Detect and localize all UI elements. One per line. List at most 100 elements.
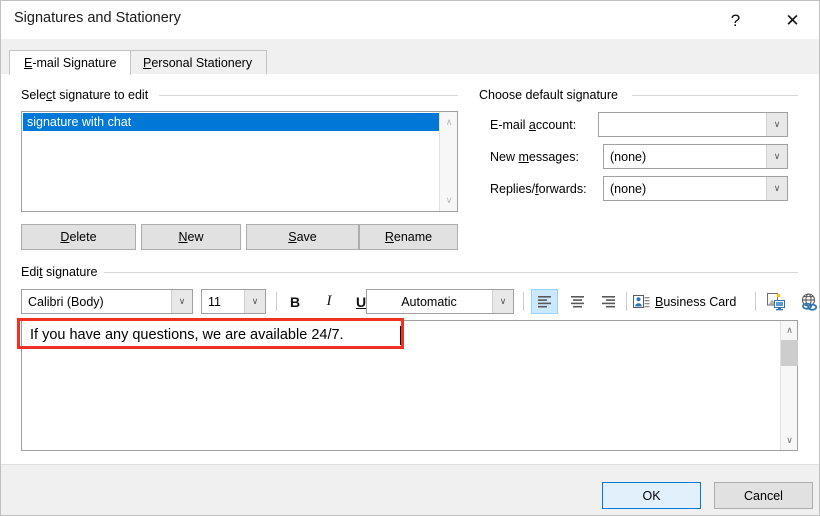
font-family-value: Calibri (Body) — [28, 294, 104, 309]
scroll-up-icon[interactable]: ∧ — [440, 114, 458, 131]
new-button[interactable]: New — [141, 224, 241, 250]
title-bar: Signatures and Stationery ? ✕ — [1, 1, 819, 39]
font-family-dropdown[interactable]: Calibri (Body) ∨ — [21, 289, 193, 314]
delete-button-label: elete — [69, 230, 97, 244]
insert-hyperlink-button[interactable] — [796, 290, 819, 314]
list-item[interactable]: signature with chat — [23, 113, 439, 131]
replies-forwards-label: Replies/forwards: — [490, 182, 587, 196]
edit-signature-label-part2: signature — [42, 265, 98, 279]
email-account-label: E-mail account: — [490, 118, 576, 132]
new-messages-label-part1: New — [490, 150, 519, 164]
insert-picture-button[interactable] — [763, 290, 789, 314]
business-card-icon — [633, 294, 650, 308]
align-center-button[interactable] — [564, 289, 591, 314]
close-icon: ✕ — [785, 10, 800, 30]
tab-strip: E -mail Signature Personal Stationery — [1, 39, 819, 112]
replies-forwards-label-part1: Replies/ — [490, 182, 536, 196]
scroll-down-icon[interactable]: ∨ — [440, 192, 458, 209]
new-messages-label: New messages: — [490, 150, 579, 164]
ok-button[interactable]: OK — [602, 482, 701, 509]
new-button-accel: N — [178, 230, 188, 244]
font-size-dropdown[interactable]: 11 ∨ — [201, 289, 266, 314]
align-right-button[interactable] — [595, 289, 622, 314]
business-card-button[interactable]: Business Card — [633, 290, 736, 313]
replies-forwards-dropdown[interactable]: (none) ∨ — [603, 176, 788, 201]
edit-signature-group-rule — [104, 272, 798, 273]
replies-forwards-label-part2: orwards: — [538, 182, 587, 196]
delete-button-accel: D — [60, 230, 70, 244]
close-button[interactable]: ✕ — [770, 1, 815, 39]
toolbar-separator — [276, 292, 277, 311]
window-title: Signatures and Stationery — [14, 10, 181, 26]
toolbar-separator — [626, 292, 627, 311]
dialog-content: Select signature to edit signature with … — [1, 74, 819, 464]
align-left-icon — [538, 296, 551, 308]
hyperlink-icon — [801, 293, 818, 311]
default-signature-group-label: Choose default signature — [479, 88, 624, 102]
tab-email-signature[interactable]: E -mail Signature — [9, 50, 132, 75]
delete-button[interactable]: Delete — [21, 224, 136, 250]
select-signature-group-rule — [159, 95, 458, 96]
rename-button-accel: R — [384, 230, 394, 244]
tab-email-signature-accel: E — [24, 56, 33, 70]
picture-icon — [767, 293, 785, 311]
dialog-footer: OK Cancel — [1, 464, 819, 515]
new-messages-value: (none) — [610, 149, 647, 164]
business-card-label: Business Card — [655, 295, 736, 309]
italic-button[interactable]: I — [317, 290, 341, 313]
select-signature-label-part2: t signature to edit — [52, 88, 149, 102]
text-caret — [400, 326, 401, 345]
save-button-label: ave — [296, 230, 317, 244]
signature-list-scrollbar[interactable]: ∧ ∨ — [439, 112, 457, 211]
align-right-icon — [602, 296, 615, 308]
save-button-accel: S — [288, 230, 297, 244]
edit-signature-group-label: Edit signature — [21, 265, 104, 279]
align-center-icon — [571, 296, 584, 308]
cancel-button[interactable]: Cancel — [714, 482, 813, 509]
scroll-up-icon[interactable]: ∧ — [781, 322, 798, 339]
chevron-down-icon[interactable]: ∨ — [766, 177, 787, 200]
tab-personal-stationery-label: ersonal Stationery — [151, 55, 253, 70]
new-messages-dropdown[interactable]: (none) ∨ — [603, 144, 788, 169]
edit-signature-label-part1: Edi — [21, 265, 40, 279]
rename-button[interactable]: Rename — [359, 224, 458, 250]
email-account-label-accel: a — [528, 118, 536, 132]
new-messages-label-part2: essages: — [528, 150, 579, 164]
select-signature-group-label: Select signature to edit — [21, 88, 155, 102]
select-signature-label-part1: Sele — [21, 88, 47, 102]
toolbar-separator — [523, 292, 524, 311]
scrollbar-thumb[interactable] — [781, 340, 798, 366]
chevron-down-icon[interactable]: ∨ — [766, 145, 787, 168]
chevron-down-icon[interactable]: ∨ — [766, 113, 787, 136]
editor-scrollbar[interactable]: ∧ ∨ — [780, 321, 798, 450]
chevron-down-icon[interactable]: ∨ — [492, 290, 513, 313]
email-account-label-part2: ccount: — [535, 118, 577, 132]
signature-editor[interactable]: If you have any questions, we are availa… — [21, 320, 798, 451]
tab-personal-stationery-accel: P — [143, 55, 152, 70]
new-messages-label-accel: m — [518, 150, 529, 164]
default-signature-group-rule — [632, 95, 798, 96]
chevron-down-icon[interactable]: ∨ — [244, 290, 265, 313]
chevron-down-icon[interactable]: ∨ — [171, 290, 192, 313]
scroll-down-icon[interactable]: ∨ — [781, 432, 798, 449]
new-button-label: ew — [187, 230, 204, 244]
tab-email-signature-label: -mail Signature — [32, 56, 117, 70]
signature-list[interactable]: signature with chat ∧ ∨ — [21, 111, 458, 212]
formatting-toolbar: Calibri (Body) ∨ 11 ∨ B I U Automatic ∨ — [21, 289, 818, 316]
bold-button[interactable]: B — [283, 290, 307, 313]
align-left-button[interactable] — [531, 289, 558, 314]
replies-forwards-value: (none) — [610, 181, 647, 196]
font-size-value: 11 — [208, 294, 221, 309]
save-button[interactable]: Save — [246, 224, 359, 250]
signatures-and-stationery-dialog: Signatures and Stationery ? ✕ E -mail Sig… — [0, 0, 820, 516]
business-card-text: usiness Card — [663, 294, 737, 309]
toolbar-separator — [755, 292, 756, 311]
rename-button-label: ename — [393, 230, 433, 244]
tab-personal-stationery[interactable]: Personal Stationery — [128, 50, 268, 74]
email-account-label-part1: E-mail — [490, 118, 529, 132]
question-mark-icon: ? — [730, 10, 741, 30]
help-button[interactable]: ? — [713, 1, 758, 39]
email-account-dropdown[interactable]: ∨ — [598, 112, 788, 137]
font-color-dropdown[interactable]: Automatic ∨ — [366, 289, 514, 314]
signature-body-text: If you have any questions, we are availa… — [30, 327, 344, 343]
